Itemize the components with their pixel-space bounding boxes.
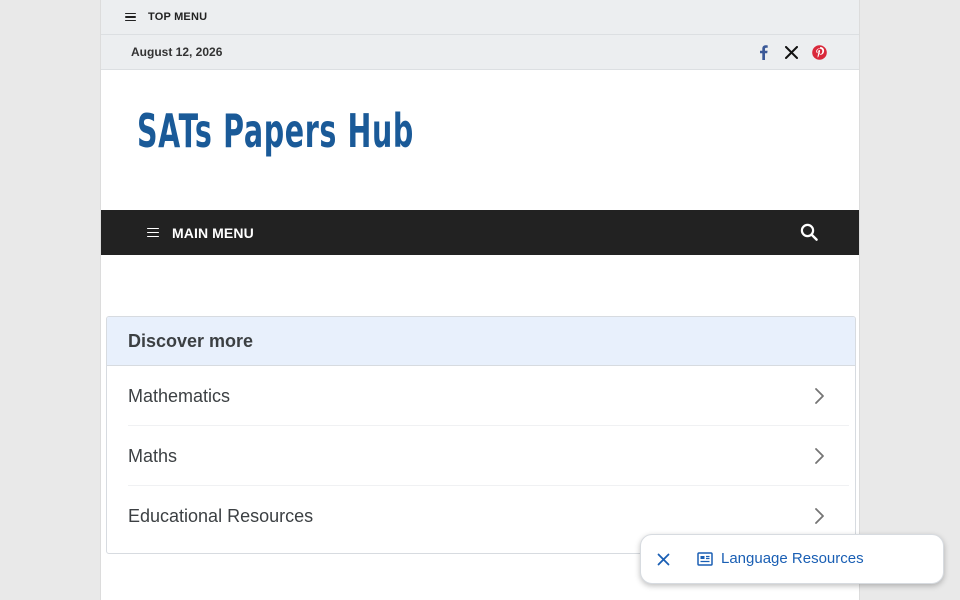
page-container: TOP MENU August 12, 2026 SATs Papers Hub… (100, 0, 860, 600)
site-logo[interactable]: SATs Papers Hub (137, 108, 414, 154)
chevron-right-icon (815, 388, 824, 404)
search-icon[interactable] (800, 223, 819, 242)
current-date: August 12, 2026 (131, 45, 223, 59)
floating-suggestion-pill[interactable]: Language Resources (640, 534, 944, 584)
list-item-label[interactable]: Mathematics (128, 386, 230, 407)
top-menu-label[interactable]: TOP MENU (148, 11, 207, 23)
x-icon[interactable] (783, 45, 799, 61)
main-menu-toggle[interactable]: MAIN MENU (172, 225, 254, 241)
suggestion-label[interactable]: Language Resources (721, 550, 864, 567)
newspaper-icon (697, 552, 713, 566)
chevron-right-icon (815, 508, 824, 524)
discover-more-panel: Discover more Mathematics Maths Educatio… (106, 316, 856, 554)
main-menu-bar: MAIN MENU (101, 210, 859, 255)
date-bar: August 12, 2026 (101, 35, 859, 70)
hamburger-icon[interactable] (147, 227, 159, 238)
close-icon[interactable] (657, 553, 670, 566)
pinterest-icon[interactable] (811, 45, 827, 61)
site-header: SATs Papers Hub (101, 70, 859, 210)
top-menu-bar[interactable]: TOP MENU (101, 0, 859, 35)
list-item-label[interactable]: Maths (128, 446, 177, 467)
hamburger-icon[interactable] (125, 12, 136, 22)
facebook-icon[interactable] (755, 45, 771, 61)
chevron-right-icon (815, 448, 824, 464)
list-item-label[interactable]: Educational Resources (128, 506, 313, 527)
social-links (755, 35, 827, 70)
list-item[interactable]: Maths (107, 426, 855, 486)
site-logo-text[interactable]: SATs Papers Hub (137, 104, 414, 158)
list-item[interactable]: Mathematics (107, 366, 855, 426)
discover-more-header: Discover more (107, 317, 855, 366)
discover-more-title: Discover more (128, 330, 254, 351)
